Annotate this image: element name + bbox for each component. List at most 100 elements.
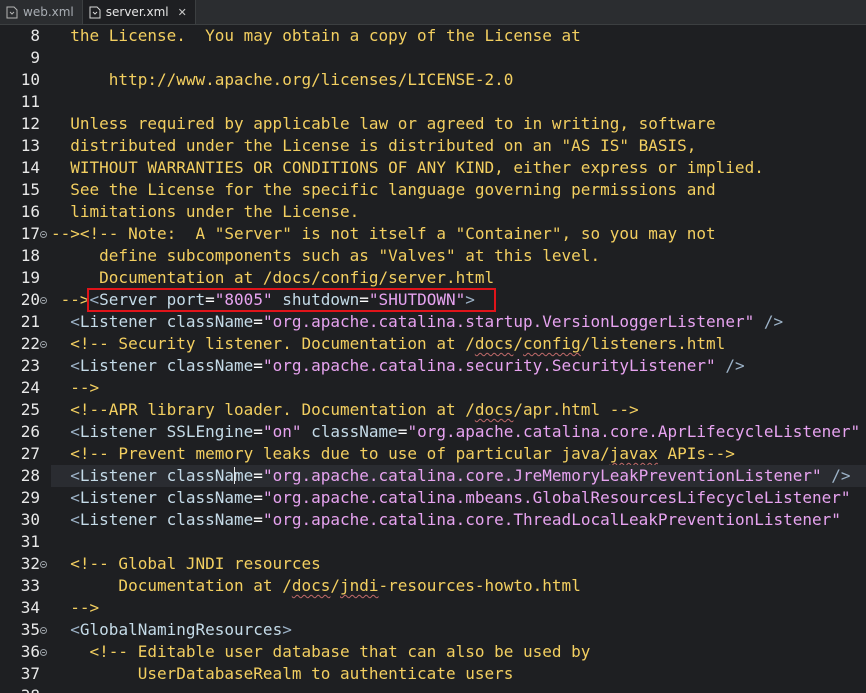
line-number: 19 [20,268,40,287]
line-number: 36 [20,642,40,661]
code-line[interactable]: 38 [0,685,866,693]
code-line[interactable]: 10 http://www.apache.org/licenses/LICENS… [0,69,866,91]
line-gutter: 9 [0,47,50,69]
code-token-tag: GlobalNamingResources [79,620,283,639]
code-line[interactable]: 9 [0,47,866,69]
code-text: Documentation at /docs/jndi-resources-ho… [51,575,866,597]
code-line[interactable]: 12 Unless required by applicable law or … [0,113,866,135]
code-line[interactable]: 30 <Listener className="org.apache.catal… [0,509,866,531]
fold-toggle-icon[interactable] [40,231,47,238]
code-line[interactable]: 26 <Listener SSLEngine="on" className="o… [0,421,866,443]
code-text: <!-- Editable user database that can als… [51,641,866,663]
code-token-comment: limitations under the License. [51,202,360,221]
code-token-bracket: < [70,466,80,485]
tab-web-xml[interactable]: web.xml [0,0,82,24]
code-token-comment: --> [51,378,100,397]
line-number: 25 [20,400,40,419]
code-token-comment: APIs--> [657,444,735,463]
code-token-str: "8005" [214,290,273,309]
code-token-comment: http://www.apache.org/licenses/LICENSE-2… [51,70,514,89]
code-line[interactable]: 27 <!-- Prevent memory leaks due to use … [0,443,866,465]
code-line[interactable]: 36 <!-- Editable user database that can … [0,641,866,663]
code-line[interactable]: 31 [0,531,866,553]
code-line[interactable]: 17 --><!-- Note: A "Server" is not itself… [0,223,866,245]
code-token-str: "org.apache.catalina.core.ThreadLocalLea… [262,510,841,529]
code-token-comment: <!--APR library loader. Documentation at… [51,400,475,419]
code-line[interactable]: 25 <!--APR library loader. Documentation… [0,399,866,421]
code-line[interactable]: 11 [0,91,866,113]
code-line[interactable]: 19 Documentation at /docs/config/server.… [0,267,866,289]
line-number: 37 [20,664,40,683]
code-text: <Listener className="org.apache.catalina… [51,465,866,487]
code-line[interactable]: 21 <Listener className="org.apache.catal… [0,311,866,333]
code-token-comment: WITHOUT WARRANTIES OR CONDITIONS OF ANY … [51,158,764,177]
code-token-comment: See the License for the specific languag… [51,180,716,199]
code-text: <!--APR library loader. Documentation at… [51,399,866,421]
code-token-comment: <!-- Security listener. Documentation at… [51,334,475,353]
line-number: 9 [30,48,40,67]
line-gutter: 30 [0,509,50,531]
code-editor[interactable]: 8 the License. You may obtain a copy of … [0,25,866,693]
code-line[interactable]: 20 --><Server port="8005" shutdown="SHUT… [0,289,866,311]
line-gutter: 26 [0,421,50,443]
code-text: <!-- Prevent memory leaks due to use of … [51,443,866,465]
code-token-bracket: < [70,312,80,331]
line-gutter: 19 [0,267,50,289]
line-gutter: 25 [0,399,50,421]
line-gutter: 21 [0,311,50,333]
code-line[interactable]: 37 UserDatabaseRealm to authenticate use… [0,663,866,685]
code-token-tag: Listener [79,488,157,507]
code-line[interactable]: 15 See the License for the specific lang… [0,179,866,201]
code-token-str: "org.apache.catalina.mbeans.GlobalResour… [262,488,851,507]
code-line[interactable]: 32 <!-- Global JNDI resources [0,553,866,575]
code-line[interactable]: 16 limitations under the License. [0,201,866,223]
line-gutter: 28 [0,465,50,487]
line-number: 27 [20,444,40,463]
code-token-attr: className [156,356,254,375]
close-icon[interactable]: ✕ [178,6,187,19]
code-text: <Listener SSLEngine="on" className="org.… [51,421,866,443]
code-token-bracket: < [70,422,80,441]
code-token-comment: <!-- Note: A "Server" is not itself a "C… [79,224,716,243]
line-gutter: 12 [0,113,50,135]
code-line[interactable]: 8 the License. You may obtain a copy of … [0,25,866,47]
line-gutter: 8 [0,25,50,47]
code-line[interactable]: 29 <Listener className="org.apache.catal… [0,487,866,509]
code-token-comment: define subcomponents such as "Valves" at… [51,246,601,265]
line-number: 24 [20,378,40,397]
tab-server-xml[interactable]: server.xml ✕ [81,0,196,24]
fold-toggle-icon[interactable] [40,627,47,634]
fold-toggle-icon[interactable] [40,297,47,304]
code-token-eq: = [253,466,263,485]
fold-toggle-icon[interactable] [40,561,47,568]
code-token-comment: distributed under the License is distrib… [51,136,697,155]
line-number: 33 [20,576,40,595]
code-line[interactable]: 34 --> [0,597,866,619]
code-line[interactable]: 35 <GlobalNamingResources> [0,619,866,641]
code-line[interactable]: 28 <Listener className="org.apache.catal… [0,465,866,487]
code-text: <Listener className="org.apache.catalina… [51,509,866,531]
line-number: 16 [20,202,40,221]
code-line[interactable]: 18 define subcomponents such as "Valves"… [0,245,866,267]
line-gutter: 27 [0,443,50,465]
code-token-bracket: /> [821,466,851,485]
code-line[interactable]: 23 <Listener className="org.apache.catal… [0,355,866,377]
code-token-comment: <!-- Editable user database that can als… [51,642,591,661]
code-line[interactable]: 13 distributed under the License is dist… [0,135,866,157]
line-number: 28 [20,466,40,485]
line-number: 13 [20,136,40,155]
fold-toggle-icon[interactable] [40,341,47,348]
code-line[interactable]: 24 --> [0,377,866,399]
code-line[interactable]: 14 WITHOUT WARRANTIES OR CONDITIONS OF A… [0,157,866,179]
fold-toggle-icon[interactable] [40,649,47,656]
code-token-tag: Listener [79,422,157,441]
code-line[interactable]: 22 <!-- Security listener. Documentation… [0,333,866,355]
line-gutter: 36 [0,641,50,663]
code-token-tag: Server [99,290,157,309]
code-line[interactable]: 33 Documentation at /docs/jndi-resources… [0,575,866,597]
line-gutter: 34 [0,597,50,619]
code-token-eq: = [397,422,408,441]
code-token-attr: className [156,488,254,507]
code-token-comment: -resources-howto.html [378,576,581,595]
code-token-bracket: < [70,488,80,507]
